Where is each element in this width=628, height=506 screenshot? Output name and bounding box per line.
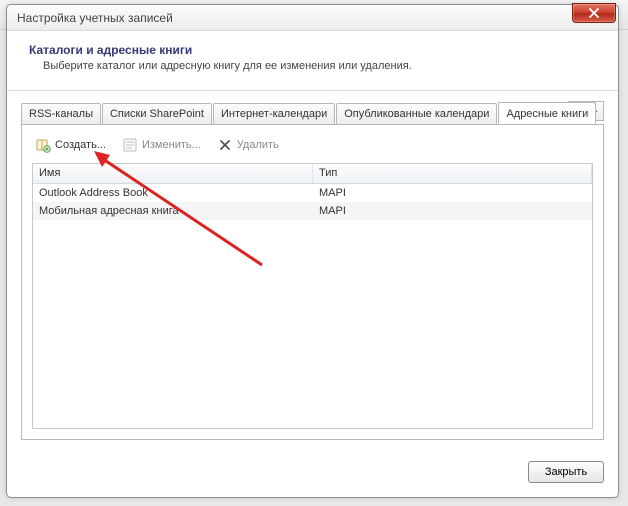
delete-label: Удалить xyxy=(237,139,279,151)
cell-name: Outlook Address Book xyxy=(33,185,313,201)
delete-button[interactable]: Удалить xyxy=(214,135,282,155)
cell-type: MAPI xyxy=(313,203,592,219)
tab-3[interactable]: Опубликованные календари xyxy=(336,103,497,125)
tab-4[interactable]: Адресные книги xyxy=(498,102,596,124)
header-subtitle: Выберите каталог или адресную книгу для … xyxy=(43,60,596,72)
create-label: Создать... xyxy=(55,139,106,151)
close-dialog-button[interactable]: Закрыть xyxy=(528,461,604,483)
tab-panel: Создать... Изменить... xyxy=(21,124,604,440)
delete-icon xyxy=(217,137,233,153)
book-new-icon xyxy=(35,137,51,153)
cell-name: Мобильная адресная книга xyxy=(33,203,313,219)
edit-button[interactable]: Изменить... xyxy=(119,135,204,155)
dialog-footer: Закрыть xyxy=(7,450,618,497)
list-item[interactable]: Мобильная адресная книгаMAPI xyxy=(33,202,592,220)
header-title: Каталоги и адресные книги xyxy=(29,43,596,57)
address-book-list: Имя Тип Outlook Address BookMAPIМобильна… xyxy=(32,163,593,429)
tab-strip: RSS-каналыСписки SharePointИнтернет-кале… xyxy=(21,101,604,124)
dialog-header: Каталоги и адресные книги Выберите катал… xyxy=(7,31,618,91)
titlebar: Настройка учетных записей xyxy=(7,5,618,31)
create-button[interactable]: Создать... xyxy=(32,135,109,155)
properties-icon xyxy=(122,137,138,153)
cell-type: MAPI xyxy=(313,185,592,201)
account-settings-dialog: Настройка учетных записей Каталоги и адр… xyxy=(6,4,619,498)
list-item[interactable]: Outlook Address BookMAPI xyxy=(33,184,592,202)
col-header-name[interactable]: Имя xyxy=(33,164,313,183)
tab-0[interactable]: RSS-каналы xyxy=(21,103,101,125)
toolbar: Создать... Изменить... xyxy=(32,133,593,163)
window-title: Настройка учетных записей xyxy=(17,11,173,25)
close-button[interactable] xyxy=(572,3,616,23)
close-icon xyxy=(589,8,599,18)
col-header-type[interactable]: Тип xyxy=(313,164,592,183)
tab-2[interactable]: Интернет-календари xyxy=(213,103,335,125)
list-header: Имя Тип xyxy=(33,164,592,184)
edit-label: Изменить... xyxy=(142,139,201,151)
tab-1[interactable]: Списки SharePoint xyxy=(102,103,212,125)
